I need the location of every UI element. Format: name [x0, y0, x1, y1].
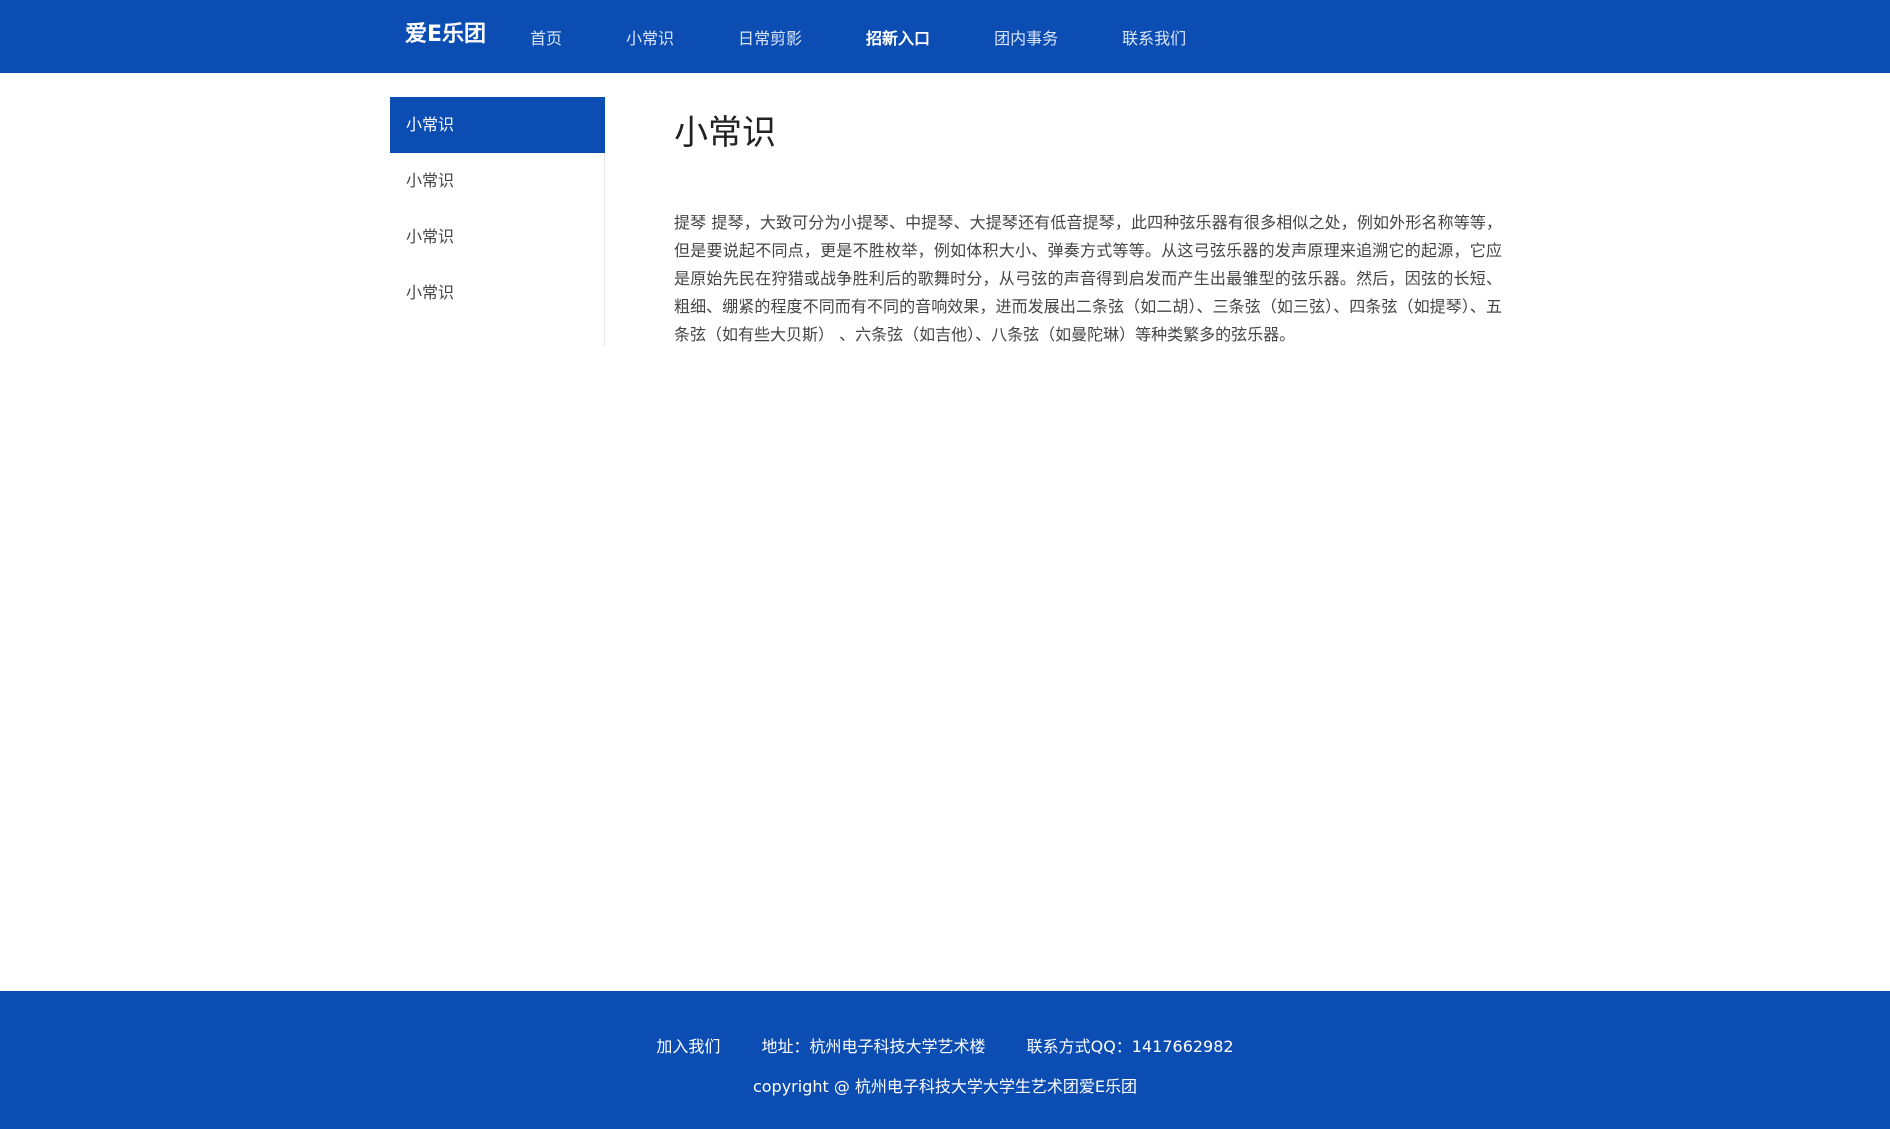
- footer-join-link[interactable]: 加入我们: [656, 1037, 720, 1056]
- sidebar: 小常识 小常识 小常识 小常识: [390, 97, 605, 346]
- sidebar-item-tips-3[interactable]: 小常识: [390, 209, 605, 265]
- nav-item-contact[interactable]: 联系我们: [1122, 25, 1186, 49]
- footer-copyright: copyright @ 杭州电子科技大学大学生艺术团爱E乐团: [752, 1077, 1138, 1096]
- page-title: 小常识: [674, 113, 776, 153]
- nav-item-recruit[interactable]: 招新入口: [866, 25, 930, 49]
- sidebar-item-tips-2[interactable]: 小常识: [390, 153, 605, 209]
- brand-logo[interactable]: 爱E乐团: [405, 18, 486, 52]
- footer-info-row: 加入我们 地址：杭州电子科技大学艺术楼 联系方式QQ：1417662982: [0, 1033, 1890, 1057]
- footer-contact: 联系方式QQ：1417662982: [1026, 1037, 1234, 1056]
- sidebar-item-tips-4[interactable]: 小常识: [390, 265, 605, 321]
- main-nav: 首页 小常识 日常剪影 招新入口 团内事务 联系我们: [530, 0, 1186, 73]
- footer-address: 地址：杭州电子科技大学艺术楼: [761, 1037, 986, 1056]
- nav-item-gallery[interactable]: 日常剪影: [738, 25, 802, 49]
- footer: 加入我们 地址：杭州电子科技大学艺术楼 联系方式QQ：1417662982 co…: [0, 991, 1890, 1129]
- nav-item-home[interactable]: 首页: [530, 25, 562, 49]
- nav-item-affairs[interactable]: 团内事务: [994, 25, 1058, 49]
- article-body: 提琴 提琴，大致可分为小提琴、中提琴、大提琴还有低音提琴，此四种弦乐器有很多相似…: [674, 213, 1502, 344]
- top-navbar: 爱E乐团 首页 小常识 日常剪影 招新入口 团内事务 联系我们: [0, 0, 1890, 73]
- sidebar-item-tips-1[interactable]: 小常识: [390, 97, 605, 153]
- nav-item-tips[interactable]: 小常识: [626, 25, 674, 49]
